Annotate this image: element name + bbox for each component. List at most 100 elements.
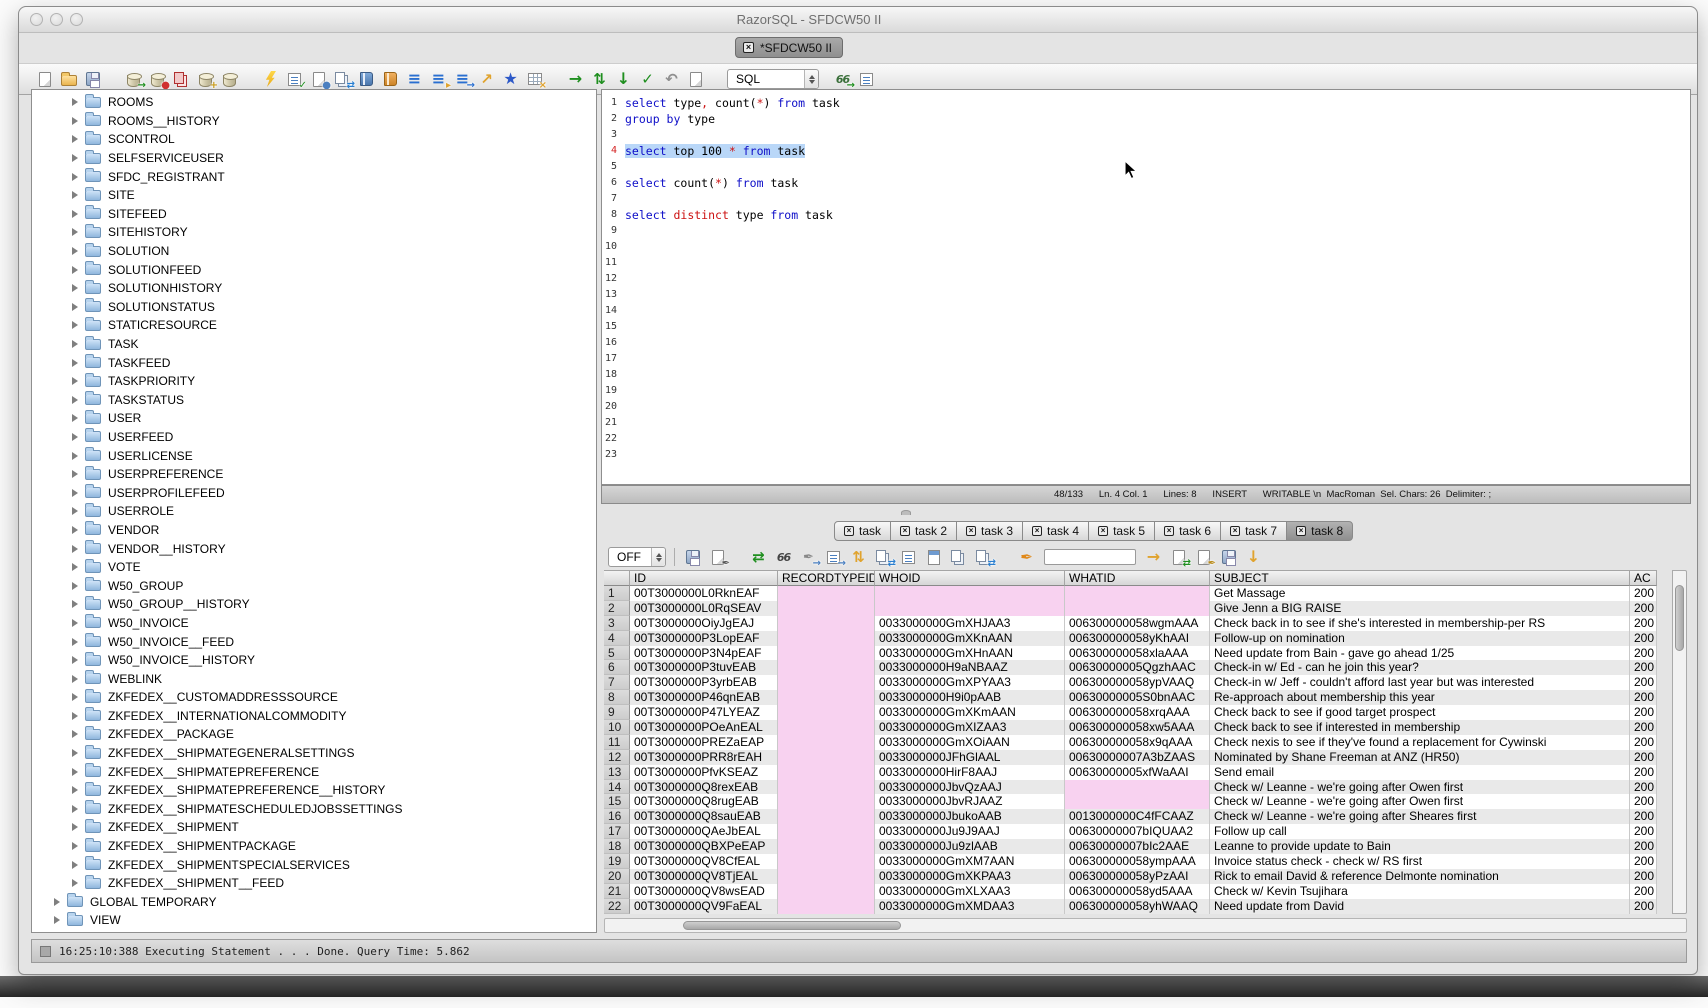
editor-line[interactable] — [625, 127, 840, 143]
sql-mode-stepper-icon[interactable] — [804, 70, 818, 88]
table-cell[interactable]: 0013000000C4fFCAAZ — [1065, 809, 1210, 824]
row-number-cell[interactable]: 14 — [604, 780, 630, 795]
table-cell[interactable] — [1065, 780, 1210, 795]
editor-line[interactable] — [625, 271, 840, 287]
table-cell[interactable] — [778, 601, 875, 616]
results-list-icon[interactable]: ≡ — [405, 70, 424, 88]
disclosure-triangle-icon[interactable] — [54, 898, 60, 906]
result-tab-task-4[interactable]: ×task 4 — [1022, 521, 1089, 541]
table-cell[interactable]: 200 — [1630, 884, 1657, 899]
table-cell[interactable]: 200 — [1630, 601, 1657, 616]
table-cell[interactable]: 006300000058ympAAA — [1065, 854, 1210, 869]
table-cell[interactable]: Give Jenn a BIG RAISE — [1210, 601, 1630, 616]
table-cell[interactable]: 00T3000000P3N4pEAF — [630, 646, 778, 661]
row-number-cell[interactable]: 13 — [604, 765, 630, 780]
disclosure-triangle-icon[interactable] — [72, 823, 78, 831]
table-cell[interactable]: Check w/ Leanne - we're going after Owen… — [1210, 794, 1630, 809]
table-cell[interactable]: 0033000000GmXHnAAN — [875, 646, 1065, 661]
table-cell[interactable]: 006300000058xrqAAA — [1065, 705, 1210, 720]
table-cell[interactable]: 0033000000JbvRJAAZ — [875, 794, 1065, 809]
new-connection-icon[interactable]: + — [196, 70, 215, 88]
disclosure-triangle-icon[interactable] — [72, 656, 78, 664]
sql-editor[interactable]: 1234567891011121314151617181920212223 se… — [601, 89, 1691, 485]
table-cell[interactable]: Check w/ Leanne - we're going after Shea… — [1210, 809, 1630, 824]
row-number-cell[interactable]: 5 — [604, 646, 630, 661]
table-cell[interactable] — [778, 705, 875, 720]
table-cell[interactable]: 006300000058xw5AAA — [1065, 720, 1210, 735]
disclosure-triangle-icon[interactable] — [72, 340, 78, 348]
table-cell[interactable]: 006300000058yKhAAI — [1065, 631, 1210, 646]
editor-code[interactable]: select type, count(*) from taskgroup by … — [620, 90, 840, 484]
tree-item-w50_invoice__feed[interactable]: W50_INVOICE__FEED — [32, 632, 596, 651]
results-table-header[interactable]: IDRECORDTYPEIDWHOIDWHATIDSUBJECTAC — [604, 570, 1672, 586]
tree-item-taskfeed[interactable]: TASKFEED — [32, 353, 596, 372]
sql-mode-select[interactable]: SQL — [727, 69, 819, 89]
describe-table-icon[interactable]: ● — [309, 70, 328, 88]
disclosure-triangle-icon[interactable] — [72, 377, 78, 385]
tree-item-solutionfeed[interactable]: SOLUTIONFEED — [32, 260, 596, 279]
tree-item-view[interactable]: VIEW — [32, 911, 596, 930]
table-row[interactable]: 1400T3000000Q8rexEAB0033000000JbvQzAAJCh… — [604, 780, 1672, 795]
disclosure-triangle-icon[interactable] — [72, 619, 78, 627]
disclosure-triangle-icon[interactable] — [72, 842, 78, 850]
column-header-WHATID[interactable]: WHATID — [1065, 570, 1210, 586]
disclosure-triangle-icon[interactable] — [72, 675, 78, 683]
find-next-icon[interactable]: → — [1144, 548, 1163, 566]
close-tab-icon[interactable]: × — [1098, 526, 1108, 536]
disclosure-triangle-icon[interactable] — [72, 582, 78, 590]
table-cell[interactable]: 0033000000GmXHJAA3 — [875, 616, 1065, 631]
table-cell[interactable]: 00630000007bIQUAA2 — [1065, 824, 1210, 839]
go-down-icon[interactable]: ↓ — [614, 70, 633, 88]
table-cell[interactable]: Follow-up on nomination — [1210, 631, 1630, 646]
tree-item-scontrol[interactable]: SCONTROL — [32, 130, 596, 149]
table-cell[interactable]: 200 — [1630, 675, 1657, 690]
filter-edit-icon[interactable]: ✒ — [708, 548, 727, 566]
table-cell[interactable]: 00T3000000Q8rugEAB — [630, 794, 778, 809]
editor-line[interactable] — [625, 447, 840, 463]
table-cell[interactable]: 200 — [1630, 899, 1657, 914]
save-file-icon[interactable] — [83, 70, 102, 88]
table-cell[interactable]: 0033000000GmXIZAA3 — [875, 720, 1065, 735]
editor-line[interactable] — [625, 191, 840, 207]
disclosure-triangle-icon[interactable] — [72, 414, 78, 422]
go-forward-icon[interactable]: → — [566, 70, 585, 88]
refresh-results-icon[interactable]: ⇄ — [749, 548, 768, 566]
table-cell[interactable] — [1065, 586, 1210, 601]
table-cell[interactable]: 00630000005QgzhAAC — [1065, 660, 1210, 675]
table-cell[interactable]: 0033000000GmXKmAAN — [875, 705, 1065, 720]
table-cell[interactable] — [778, 690, 875, 705]
table-cell[interactable]: 200 — [1630, 765, 1657, 780]
tree-item-task[interactable]: TASK — [32, 335, 596, 354]
edit-cell-icon[interactable]: ✒ — [1194, 548, 1213, 566]
table-row[interactable]: 1500T3000000Q8rugEAB0033000000JbvRJAAZCh… — [604, 794, 1672, 809]
export-results-icon[interactable]: ⇄ — [1169, 548, 1188, 566]
table-row[interactable]: 800T3000000P46qnEAB0033000000H9i0pAAB006… — [604, 690, 1672, 705]
select-columns-icon[interactable] — [899, 548, 918, 566]
tree-item-taskpriority[interactable]: TASKPRIORITY — [32, 372, 596, 391]
table-cell[interactable]: Nominated by Shane Freeman at ANZ (HR50) — [1210, 750, 1630, 765]
table-cell[interactable]: 00T3000000POeAnEAL — [630, 720, 778, 735]
row-number-cell[interactable]: 19 — [604, 854, 630, 869]
rollback-icon[interactable]: ↶ — [662, 70, 681, 88]
execute-sql-icon[interactable] — [261, 70, 280, 88]
table-row[interactable]: 1800T3000000QBXPeEAP0033000000Ju9zlAAB00… — [604, 839, 1672, 854]
table-cell[interactable]: 0033000000Ju9J9AAJ — [875, 824, 1065, 839]
tree-item-userfeed[interactable]: USERFEED — [32, 428, 596, 447]
table-row[interactable]: 200T3000000L0RqSEAVGive Jenn a BIG RAISE… — [604, 601, 1672, 616]
hscroll-thumb[interactable] — [683, 921, 901, 930]
table-cell[interactable]: 00T3000000PRR8rEAH — [630, 750, 778, 765]
table-cell[interactable]: Send email — [1210, 765, 1630, 780]
disconnect-database-icon[interactable]: ● — [148, 70, 167, 88]
drop-table-icon[interactable]: × — [525, 70, 544, 88]
table-cell[interactable]: 0033000000JFhGlAAL — [875, 750, 1065, 765]
table-row[interactable]: 600T3000000P3tuvEAB0033000000H9aNBAAZ006… — [604, 660, 1672, 675]
editor-line[interactable] — [625, 319, 840, 335]
disclosure-triangle-icon[interactable] — [72, 805, 78, 813]
editor-line[interactable]: select distinct type from task — [625, 207, 840, 223]
table-row[interactable]: 900T3000000P47LYEAZ0033000000GmXKmAAN006… — [604, 705, 1672, 720]
table-cell[interactable]: 00T3000000L0RqSEAV — [630, 601, 778, 616]
column-header-ID[interactable]: ID — [630, 570, 778, 586]
table-row[interactable]: 1600T3000000Q8sauEAB0033000000JbukoAAB00… — [604, 809, 1672, 824]
table-row[interactable]: 1900T3000000QV8CfEAL0033000000GmXM7AAN00… — [604, 854, 1672, 869]
tree-item-w50_invoice__history[interactable]: W50_INVOICE__HISTORY — [32, 651, 596, 670]
